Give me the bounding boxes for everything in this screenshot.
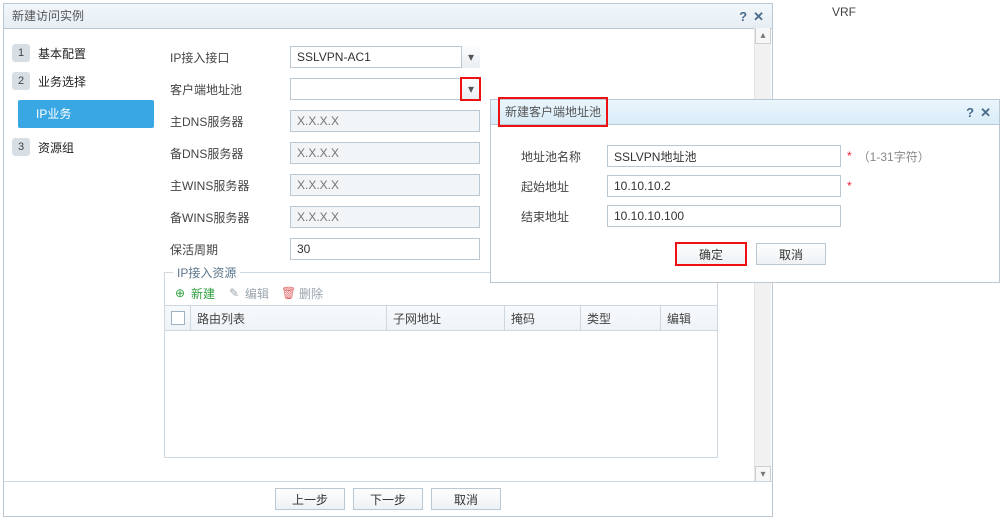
plus-circle-icon: ⊕: [173, 286, 187, 300]
ip-interface-label: IP接入接口: [164, 49, 290, 66]
resource-table-body: [165, 331, 717, 457]
pencil-icon: ✎: [227, 286, 241, 300]
prev-button[interactable]: 上一步: [275, 488, 345, 510]
add-button[interactable]: ⊕ 新建: [173, 285, 215, 302]
primary-dns-label: 主DNS服务器: [164, 113, 290, 130]
backup-wins-input[interactable]: [290, 206, 480, 228]
end-addr-label: 结束地址: [521, 208, 607, 225]
close-icon[interactable]: ✕: [980, 106, 991, 119]
client-pool-label: 客户端地址池: [164, 81, 290, 98]
scroll-up-icon[interactable]: ▴: [755, 28, 771, 44]
ip-resource-fieldset: IP接入资源 ⊕ 新建 ✎ 编辑 🗑 删除: [164, 272, 718, 458]
col-route-list[interactable]: 路由列表: [191, 306, 387, 330]
keepalive-label: 保活周期: [164, 241, 290, 258]
sub-tab-ip-service[interactable]: IP业务: [18, 100, 154, 128]
wizard-sidebar: 1 基本配置 2 业务选择 IP业务 3 资源组: [4, 28, 164, 482]
wizard-step-2[interactable]: 2 业务选择: [12, 72, 156, 90]
backup-wins-label: 备WINS服务器: [164, 209, 290, 226]
help-icon[interactable]: ?: [739, 10, 747, 23]
main-panel-title: 新建访问实例: [12, 4, 84, 28]
backup-dns-label: 备DNS服务器: [164, 145, 290, 162]
col-type[interactable]: 类型: [581, 306, 661, 330]
start-addr-input[interactable]: [607, 175, 841, 197]
vrf-label: VRF: [832, 5, 856, 19]
edit-button[interactable]: ✎ 编辑: [227, 285, 269, 302]
ip-resource-legend: IP接入资源: [173, 264, 240, 281]
pool-name-input[interactable]: [607, 145, 841, 167]
end-addr-input[interactable]: [607, 205, 841, 227]
primary-wins-label: 主WINS服务器: [164, 177, 290, 194]
required-mark: *: [847, 149, 852, 163]
delete-button[interactable]: 🗑 删除: [281, 285, 323, 302]
next-button[interactable]: 下一步: [353, 488, 423, 510]
new-client-pool-dialog: 新建客户端地址池 ? ✕ 地址池名称 * （1-31字符） 起始地址 * 结束地…: [490, 99, 1000, 283]
popup-cancel-button[interactable]: 取消: [756, 243, 826, 265]
trash-icon: 🗑: [281, 286, 295, 300]
main-panel-titlebar: 新建访问实例 ? ✕: [4, 4, 772, 29]
pool-name-hint: （1-31字符）: [858, 148, 930, 165]
popup-titlebar: 新建客户端地址池 ? ✕: [491, 100, 999, 125]
col-edit[interactable]: 编辑: [661, 306, 717, 330]
cancel-button[interactable]: 取消: [431, 488, 501, 510]
wizard-step-3[interactable]: 3 资源组: [12, 138, 156, 156]
checkbox-icon: [171, 311, 185, 325]
close-icon[interactable]: ✕: [753, 10, 764, 23]
ip-interface-select[interactable]: ▾: [290, 46, 480, 68]
wizard-step-1[interactable]: 1 基本配置: [12, 44, 156, 62]
backup-dns-input[interactable]: [290, 142, 480, 164]
scroll-down-icon[interactable]: ▾: [755, 466, 771, 482]
client-pool-select[interactable]: ▾: [290, 78, 480, 100]
col-subnet[interactable]: 子网地址: [387, 306, 505, 330]
wizard-footer: 上一步 下一步 取消: [4, 481, 772, 516]
primary-wins-input[interactable]: [290, 174, 480, 196]
col-mask[interactable]: 掩码: [505, 306, 581, 330]
ok-button[interactable]: 确定: [676, 243, 746, 265]
keepalive-input[interactable]: [290, 238, 480, 260]
popup-title: 新建客户端地址池: [499, 98, 607, 126]
resource-table: 路由列表 子网地址 掩码 类型 编辑: [165, 305, 717, 457]
help-icon[interactable]: ?: [966, 106, 974, 119]
select-all-cell[interactable]: [165, 306, 191, 330]
primary-dns-input[interactable]: [290, 110, 480, 132]
pool-name-label: 地址池名称: [521, 148, 607, 165]
required-mark: *: [847, 179, 852, 193]
start-addr-label: 起始地址: [521, 178, 607, 195]
